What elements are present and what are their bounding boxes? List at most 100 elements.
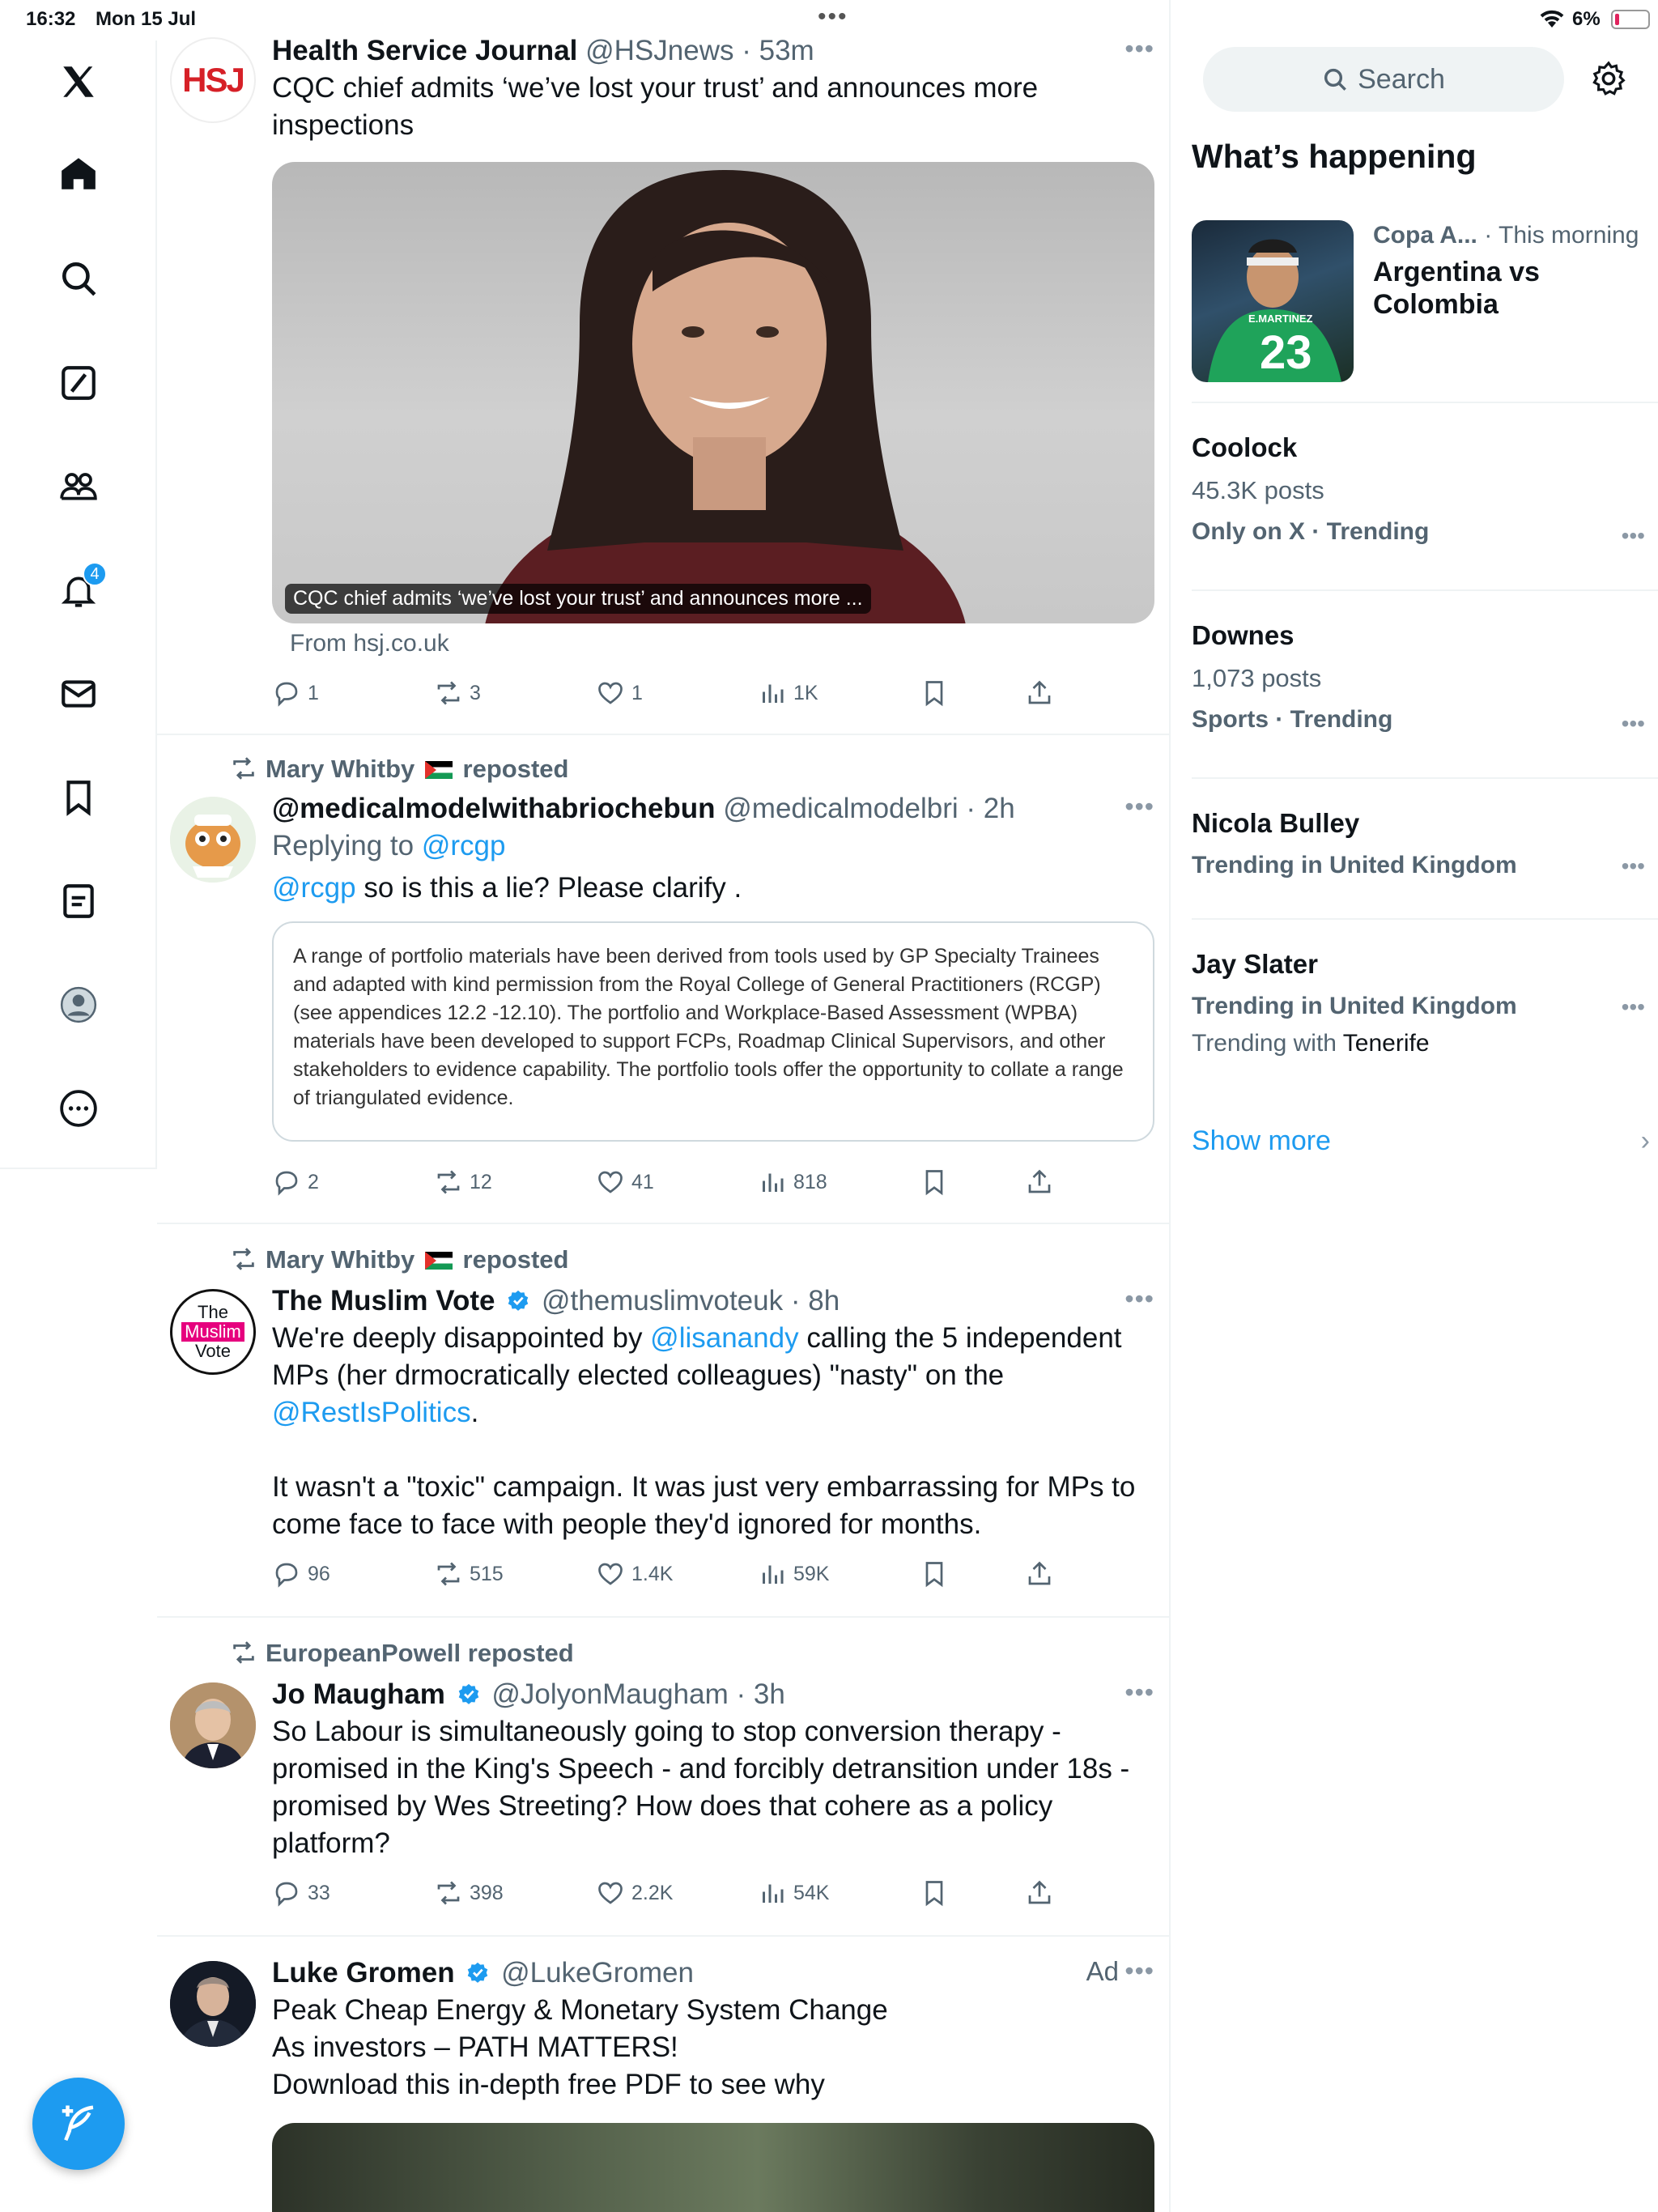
trend-posts: 1,073 posts <box>1192 664 1322 692</box>
bookmark-button[interactable] <box>920 1168 949 1197</box>
ad-label[interactable]: Ad <box>1086 1956 1119 1987</box>
ad-media[interactable] <box>272 2123 1154 2212</box>
avatar[interactable] <box>170 797 256 883</box>
share-button[interactable] <box>1025 1878 1054 1908</box>
tweet-jomaugham[interactable]: EuropeanPowell reposted Jo Maugham @Joly… <box>157 1618 1169 1937</box>
author-handle[interactable]: @JolyonMaugham <box>491 1678 728 1710</box>
ad-text-line: Peak Cheap Energy & Monetary System Chan… <box>272 1994 888 2026</box>
reply-button[interactable]: 2 <box>272 1168 319 1197</box>
author-name[interactable]: Health Service Journal <box>272 35 577 66</box>
reply-button[interactable]: 96 <box>272 1559 330 1589</box>
communities-icon[interactable] <box>55 463 102 510</box>
event-category: Copa A... <box>1373 222 1477 249</box>
tweet-more-icon[interactable]: ••• <box>1124 34 1154 64</box>
author-name[interactable]: @medicalmodelwithabriochebun <box>272 793 716 824</box>
tweet-medicalmodel[interactable]: Mary Whitby reposted @medicalmodelwithab… <box>157 735 1169 1224</box>
tweet-more-icon[interactable]: ••• <box>1124 1678 1154 1708</box>
views-button[interactable]: 59K <box>758 1559 829 1589</box>
like-button[interactable]: 41 <box>596 1168 654 1197</box>
author-handle[interactable]: @themuslimvoteuk <box>542 1285 783 1317</box>
like-button[interactable]: 1 <box>596 678 643 708</box>
repost-indicator[interactable]: EuropeanPowell reposted <box>230 1639 574 1668</box>
tweet-hsj[interactable]: HSJ Health Service Journal @HSJnews · 53… <box>157 16 1169 735</box>
messages-icon[interactable] <box>55 670 102 717</box>
repost-indicator[interactable]: Mary Whitby reposted <box>230 755 568 784</box>
tweet-time[interactable]: 8h <box>808 1285 840 1317</box>
share-button[interactable] <box>1025 1559 1054 1589</box>
reply-count: 2 <box>308 1170 319 1193</box>
home-icon[interactable] <box>55 151 102 198</box>
repost-button[interactable]: 398 <box>434 1878 504 1908</box>
profile-icon[interactable] <box>55 981 102 1028</box>
tweet-ad-lukegromen[interactable]: Luke Gromen @LukeGromen Peak Cheap Energ… <box>157 1937 1169 2212</box>
grok-icon[interactable] <box>55 359 102 406</box>
trend-more-icon[interactable]: ••• <box>1622 853 1645 879</box>
reply-button[interactable]: 33 <box>272 1878 330 1908</box>
card-source[interactable]: From hsj.co.uk <box>290 630 1154 657</box>
link-card[interactable]: CQC chief admits ‘we’ve lost your trust’… <box>272 162 1154 623</box>
heart-icon <box>598 1563 623 1585</box>
trend-meta: Only on X · Trending <box>1192 518 1430 545</box>
quoted-image[interactable]: A range of portfolio materials have been… <box>272 921 1154 1142</box>
whats-happening-heading: What’s happening <box>1192 138 1477 175</box>
event-item[interactable]: E.MARTINEZ 23 Copa A... · This morning A… <box>1192 220 1658 385</box>
bookmark-button[interactable] <box>920 1878 949 1908</box>
repost-button[interactable]: 515 <box>434 1559 504 1589</box>
mention-link[interactable]: @lisanandy <box>650 1322 798 1354</box>
repost-indicator[interactable]: Mary Whitby reposted <box>230 1245 568 1274</box>
tweet-time[interactable]: 2h <box>984 793 1015 824</box>
trend-item[interactable]: Coolock 45.3K posts Only on X · Trending… <box>1192 432 1645 549</box>
trend-more-icon[interactable]: ••• <box>1622 523 1645 549</box>
bookmark-icon <box>925 1881 943 1907</box>
share-button[interactable] <box>1025 678 1054 708</box>
lists-icon[interactable] <box>55 878 102 925</box>
author-handle[interactable]: @HSJnews <box>585 35 733 66</box>
like-button[interactable]: 1.4K <box>596 1559 673 1589</box>
reply-button[interactable]: 1 <box>272 678 319 708</box>
bookmarks-icon[interactable] <box>55 774 102 821</box>
bookmark-button[interactable] <box>920 1559 949 1589</box>
trending-with-value[interactable]: Tenerife <box>1343 1030 1430 1057</box>
tweet-muslimvote[interactable]: Mary Whitby reposted The Muslim Vote The… <box>157 1224 1169 1618</box>
author-name[interactable]: The Muslim Vote <box>272 1285 495 1317</box>
mention-link[interactable]: @RestIsPolitics <box>272 1397 471 1428</box>
notifications-icon[interactable]: 4 <box>55 562 107 614</box>
mention-link[interactable]: @rcgp <box>272 872 356 904</box>
more-options-icon[interactable] <box>55 1085 102 1132</box>
search-input[interactable]: Search <box>1203 47 1564 112</box>
x-logo-icon[interactable] <box>55 58 102 105</box>
tweet-more-icon[interactable]: ••• <box>1124 1956 1154 1986</box>
tweet-more-icon[interactable]: ••• <box>1124 1284 1154 1314</box>
compose-post-button[interactable] <box>32 2078 125 2170</box>
settings-gear-icon[interactable] <box>1590 60 1627 97</box>
avatar[interactable]: HSJ <box>170 37 256 123</box>
repost-button[interactable]: 12 <box>434 1168 492 1197</box>
views-button[interactable]: 818 <box>758 1168 827 1197</box>
repost-button[interactable]: 3 <box>434 678 481 708</box>
avatar[interactable] <box>170 1961 256 2047</box>
trend-more-icon[interactable]: ••• <box>1622 711 1645 737</box>
show-more-link[interactable]: Show more › <box>1192 1125 1650 1157</box>
bookmark-button[interactable] <box>920 678 949 708</box>
trend-more-icon[interactable]: ••• <box>1622 994 1645 1020</box>
share-button[interactable] <box>1025 1168 1054 1197</box>
avatar[interactable]: The Muslim Vote <box>170 1289 256 1375</box>
explore-search-icon[interactable] <box>55 255 102 302</box>
author-handle[interactable]: @LukeGromen <box>501 1957 694 1989</box>
author-handle[interactable]: @medicalmodelbri <box>723 793 958 824</box>
like-button[interactable]: 2.2K <box>596 1878 673 1908</box>
tweet-more-icon[interactable]: ••• <box>1124 792 1154 822</box>
views-button[interactable]: 1K <box>758 678 818 708</box>
trend-item[interactable]: Downes 1,073 posts Sports · Trending ••• <box>1192 620 1645 737</box>
reposted-label: reposted <box>462 755 569 783</box>
author-name[interactable]: Luke Gromen <box>272 1957 455 1989</box>
views-button[interactable]: 54K <box>758 1878 829 1908</box>
trend-item[interactable]: Nicola Bulley Trending in United Kingdom… <box>1192 808 1645 879</box>
author-name[interactable]: Jo Maugham <box>272 1678 445 1710</box>
event-meta: Copa A... · This morning <box>1373 222 1639 249</box>
tweet-time[interactable]: 53m <box>759 35 814 66</box>
replying-to-handle[interactable]: @rcgp <box>422 830 506 861</box>
avatar[interactable] <box>170 1682 256 1768</box>
tweet-time[interactable]: 3h <box>754 1678 785 1710</box>
trend-item[interactable]: Jay Slater Trending in United Kingdom Tr… <box>1192 949 1645 1057</box>
